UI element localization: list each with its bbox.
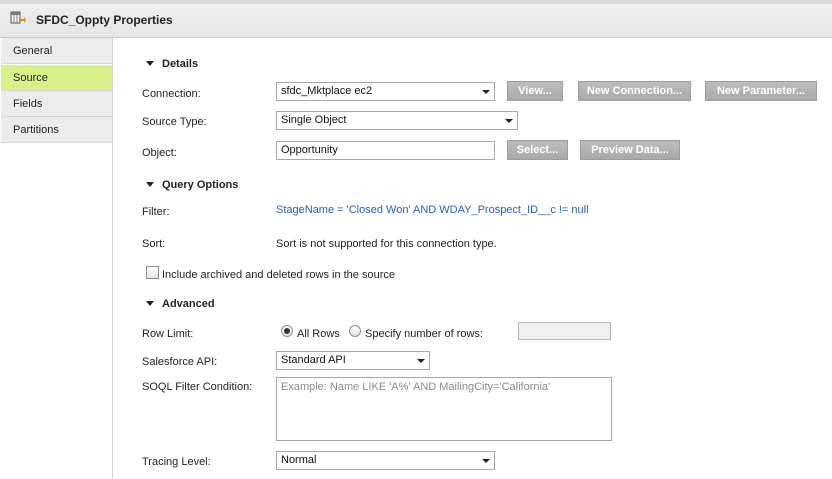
sort-label: Sort: <box>142 238 166 250</box>
row-limit-label: Row Limit: <box>142 328 194 340</box>
new-connection-button[interactable]: New Connection... <box>578 81 691 101</box>
filter-link[interactable]: StageName = 'Closed Won' AND WDAY_Prospe… <box>276 204 589 216</box>
new-parameter-button[interactable]: New Parameter... <box>705 81 817 101</box>
source-properties-panel: Details Connection: sfdc_Mktplace ec2 Vi… <box>113 38 832 479</box>
dropdown-arrow-icon <box>482 90 490 94</box>
salesforce-api-label: Salesforce API: <box>142 356 218 368</box>
source-type-value: Single Object <box>281 114 347 126</box>
tab-source[interactable]: Source <box>1 65 112 91</box>
source-type-label: Source Type: <box>142 116 207 128</box>
tab-general[interactable]: General <box>1 38 112 64</box>
window-title: SFDC_Oppty Properties <box>36 13 173 27</box>
tracing-level-value: Normal <box>281 454 317 466</box>
tab-fields[interactable]: Fields <box>1 91 112 117</box>
all-rows-label: All Rows <box>297 328 340 340</box>
object-field[interactable]: Opportunity <box>276 141 495 160</box>
all-rows-radio[interactable] <box>281 325 293 337</box>
filter-label: Filter: <box>142 206 170 218</box>
source-properties-icon <box>10 10 26 26</box>
query-options-section-header[interactable]: Query Options <box>146 179 238 191</box>
source-type-select[interactable]: Single Object <box>276 111 518 130</box>
preview-data-button[interactable]: Preview Data... <box>580 140 680 160</box>
tab-partitions[interactable]: Partitions <box>1 117 112 143</box>
row-count-field[interactable] <box>518 322 611 340</box>
tracing-level-select[interactable]: Normal <box>276 451 495 470</box>
specify-rows-radio[interactable] <box>349 325 361 337</box>
soql-filter-textarea[interactable]: Example: Name LIKE 'A%' AND MailingCity=… <box>276 377 612 441</box>
collapse-triangle-icon <box>146 182 154 187</box>
soql-filter-label: SOQL Filter Condition: <box>142 381 253 393</box>
sort-message: Sort is not supported for this connectio… <box>276 238 497 250</box>
collapse-triangle-icon <box>146 301 154 306</box>
dropdown-arrow-icon <box>482 459 490 463</box>
connection-value: sfdc_Mktplace ec2 <box>281 85 373 97</box>
specify-rows-label: Specify number of rows: <box>365 328 483 340</box>
salesforce-api-value: Standard API <box>281 354 346 366</box>
collapse-triangle-icon <box>146 61 154 66</box>
details-section-header[interactable]: Details <box>146 58 198 70</box>
title-bar: SFDC_Oppty Properties <box>0 0 832 38</box>
details-section-label: Details <box>162 58 199 70</box>
connection-select[interactable]: sfdc_Mktplace ec2 <box>276 82 495 101</box>
dropdown-arrow-icon <box>505 119 513 123</box>
tracing-level-label: Tracing Level: <box>142 456 211 468</box>
salesforce-api-select[interactable]: Standard API <box>276 351 430 370</box>
query-options-section-label: Query Options <box>162 179 239 191</box>
view-button[interactable]: View... <box>507 81 563 101</box>
include-archived-label: Include archived and deleted rows in the… <box>162 269 395 281</box>
advanced-section-label: Advanced <box>162 298 215 310</box>
connection-label: Connection: <box>142 88 201 100</box>
object-label: Object: <box>142 147 177 159</box>
properties-sidebar: General Source Fields Partitions <box>0 38 113 479</box>
advanced-section-header[interactable]: Advanced <box>146 298 215 310</box>
select-object-button[interactable]: Select... <box>507 140 568 160</box>
include-archived-checkbox[interactable] <box>146 266 159 279</box>
dropdown-arrow-icon <box>417 359 425 363</box>
